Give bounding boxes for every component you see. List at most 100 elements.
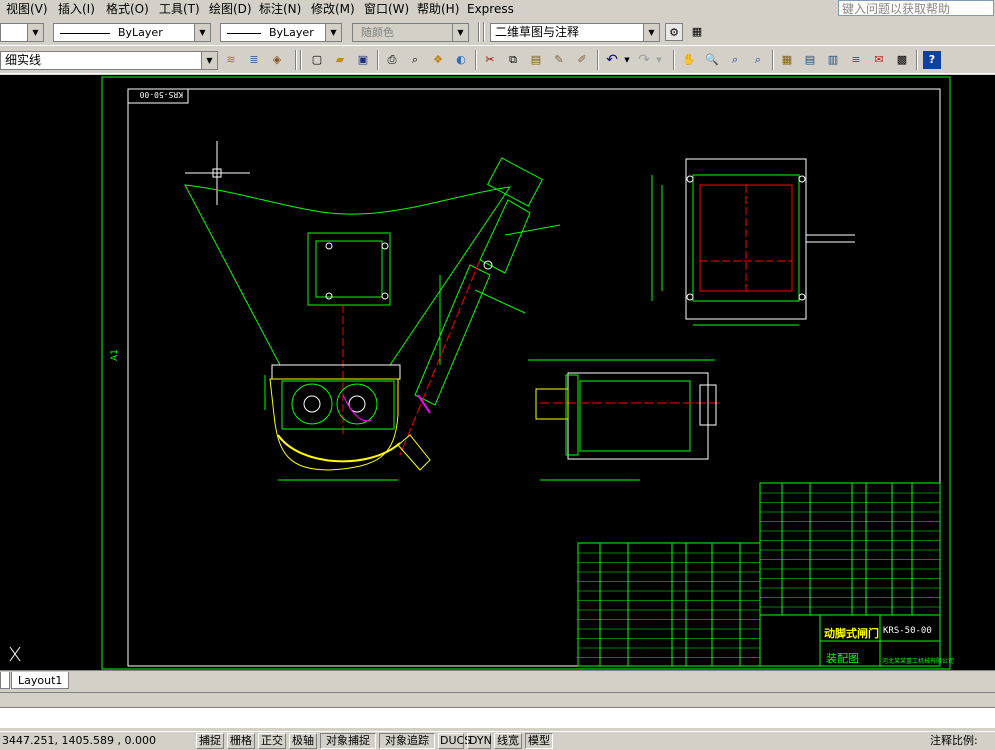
title-block-code: KRS-50-00 xyxy=(883,626,932,636)
layer-icon: ◈ xyxy=(272,53,282,66)
calculator-button[interactable]: ▩ xyxy=(893,51,911,69)
scissors-icon: ✂ xyxy=(485,53,495,66)
block-edit-icon: ✐ xyxy=(577,53,587,66)
calculator-icon: ▩ xyxy=(896,53,908,66)
corner-code-label: KRS-50-00 xyxy=(139,90,183,99)
help-search-input[interactable]: 键入问题以获取帮助 xyxy=(838,0,994,16)
markup-button[interactable]: ✉ xyxy=(870,51,888,69)
coordinate-readout: 3447.251, 1405.589 , 0.000 xyxy=(2,734,156,747)
ducs-toggle[interactable]: DUCS xyxy=(438,733,471,749)
redo-icon: ↷ xyxy=(638,52,650,68)
standard-toolbar: 细实线 ▼ ≋ ≣ ◈ ▢ ▰ ▣ ⎙ ⌕ ❖ ◐ ✂ ⧉ ▤ ✎ ✐ ↶ ▼ ↷… xyxy=(0,47,995,74)
toolbar-icon: ▦ xyxy=(691,25,703,38)
layer-manager-button[interactable]: ≣ xyxy=(245,51,263,69)
menu-modify[interactable]: 修改(M) xyxy=(311,1,355,17)
redo-dropdown[interactable]: ▼ xyxy=(654,51,664,69)
properties-toolbar: ▼ ByLayer ▼ ByLayer ▼ 随颜色 ▼ 二维草图与注释 ▼ ⚙ ▦ xyxy=(0,20,995,46)
layer-state-button[interactable]: ◈ xyxy=(268,51,286,69)
redo-button[interactable]: ↷ xyxy=(635,51,653,69)
layers-icon: ≣ xyxy=(249,53,259,66)
hopper-view xyxy=(184,184,512,481)
chevron-down-icon: ▼ xyxy=(194,24,210,41)
plotstyle-combo[interactable]: 随颜色 ▼ xyxy=(352,23,469,42)
undo-button[interactable]: ↶ xyxy=(603,51,621,69)
command-input[interactable] xyxy=(0,707,995,728)
chevron-down-icon: ▼ xyxy=(656,56,662,64)
color-combo[interactable]: ▼ xyxy=(0,23,44,42)
chevron-down-icon: ▼ xyxy=(624,56,630,64)
layer-previous-button[interactable]: ≋ xyxy=(222,51,240,69)
globe-icon: ◐ xyxy=(456,53,466,66)
help-icon: ? xyxy=(928,53,936,66)
paste-button[interactable]: ▤ xyxy=(527,51,545,69)
polar-toggle[interactable]: 极轴 xyxy=(289,733,317,749)
layout-tabs: Layout1 xyxy=(0,670,995,691)
zoom-window-icon: ⌕ xyxy=(731,53,739,66)
help-button[interactable]: ? xyxy=(923,51,941,69)
menu-window[interactable]: 窗口(W) xyxy=(364,1,409,17)
menu-format[interactable]: 格式(O) xyxy=(106,1,149,17)
plot-button[interactable]: ⎙ xyxy=(383,51,401,69)
zoom-previous-button[interactable]: ⌕ xyxy=(749,51,767,69)
undo-dropdown[interactable]: ▼ xyxy=(622,51,632,69)
my-workspace-button[interactable]: ▦ xyxy=(688,23,706,41)
lineweight-combo[interactable]: ByLayer ▼ xyxy=(220,23,342,42)
tab-model[interactable] xyxy=(0,672,10,689)
otrack-toggle[interactable]: 对象追踪 xyxy=(379,733,435,749)
linetype-combo[interactable]: ByLayer ▼ xyxy=(53,23,211,42)
ucs-icon xyxy=(9,646,21,662)
lineweight-toggle[interactable]: 线宽 xyxy=(494,733,522,749)
cut-button[interactable]: ✂ xyxy=(481,51,499,69)
design-center-button[interactable]: ▤ xyxy=(801,51,819,69)
menu-insert[interactable]: 插入(I) xyxy=(58,1,95,17)
ortho-toggle[interactable]: 正交 xyxy=(258,733,286,749)
match-properties-button[interactable]: ✎ xyxy=(550,51,568,69)
new-button[interactable]: ▢ xyxy=(308,51,326,69)
pan-button[interactable]: ✋ xyxy=(680,51,698,69)
command-window xyxy=(0,692,995,729)
save-button[interactable]: ▣ xyxy=(354,51,372,69)
publish-button[interactable]: ❖ xyxy=(429,51,447,69)
chevron-down-icon: ▼ xyxy=(27,24,43,41)
title-block-company: 河北某某重工机械有限公司 xyxy=(882,657,954,665)
properties-button[interactable]: ▦ xyxy=(778,51,796,69)
open-button[interactable]: ▰ xyxy=(331,51,349,69)
model-toggle[interactable]: 模型 xyxy=(525,733,553,749)
properties-icon: ▦ xyxy=(781,53,793,66)
snap-toggle[interactable]: 捕捉 xyxy=(196,733,224,749)
grid-toggle[interactable]: 栅格 xyxy=(227,733,255,749)
zoom-realtime-button[interactable]: 🔍 xyxy=(703,51,721,69)
plot-preview-button[interactable]: ⌕ xyxy=(406,51,424,69)
top-view xyxy=(651,158,855,326)
tab-layout1[interactable]: Layout1 xyxy=(11,672,70,689)
undo-icon: ↶ xyxy=(606,52,618,68)
tool-palettes-button[interactable]: ▥ xyxy=(824,51,842,69)
menu-help[interactable]: 帮助(H) xyxy=(417,1,459,17)
workspace-settings-button[interactable]: ⚙ xyxy=(665,23,683,41)
parts-list-table: 动脚式闸门 装配图 KRS-50-00 河北某某重工机械有限公司 xyxy=(577,482,954,667)
menu-draw[interactable]: 绘图(D) xyxy=(209,1,252,17)
menu-view[interactable]: 视图(V) xyxy=(6,1,48,17)
osnap-toggle[interactable]: 对象捕捉 xyxy=(320,733,376,749)
menu-tools[interactable]: 工具(T) xyxy=(159,1,200,17)
sheet-size-label: A1 xyxy=(110,349,120,361)
chevron-down-icon: ▼ xyxy=(201,52,217,69)
layer-combo[interactable]: 细实线 ▼ xyxy=(0,51,218,70)
floppy-icon: ▣ xyxy=(357,53,369,66)
copy-icon: ⧉ xyxy=(509,53,517,66)
zoom-window-button[interactable]: ⌕ xyxy=(726,51,744,69)
plotstyle-value: 随颜色 xyxy=(361,26,394,39)
block-editor-button[interactable]: ✐ xyxy=(573,51,591,69)
menu-dimension[interactable]: 标注(N) xyxy=(259,1,301,17)
sheet-set-button[interactable]: ≡ xyxy=(847,51,865,69)
title-block-name: 动脚式闸门 xyxy=(824,626,879,640)
copy-button[interactable]: ⧉ xyxy=(504,51,522,69)
cad-drawing: KRS-50-00 A1 动脚式闸门 装配图 KRS-50-00 河北某某重工机… xyxy=(9,76,954,670)
workspace-combo[interactable]: 二维草图与注释 ▼ xyxy=(490,23,660,42)
menu-express[interactable]: Express xyxy=(467,1,514,17)
dyn-toggle[interactable]: DYN xyxy=(467,733,492,749)
drawing-canvas[interactable]: KRS-50-00 A1 动脚式闸门 装配图 KRS-50-00 河北某某重工机… xyxy=(0,75,995,670)
3d-dwf-button[interactable]: ◐ xyxy=(452,51,470,69)
sheet-outer-border xyxy=(101,76,951,670)
clipboard-icon: ▤ xyxy=(530,53,542,66)
